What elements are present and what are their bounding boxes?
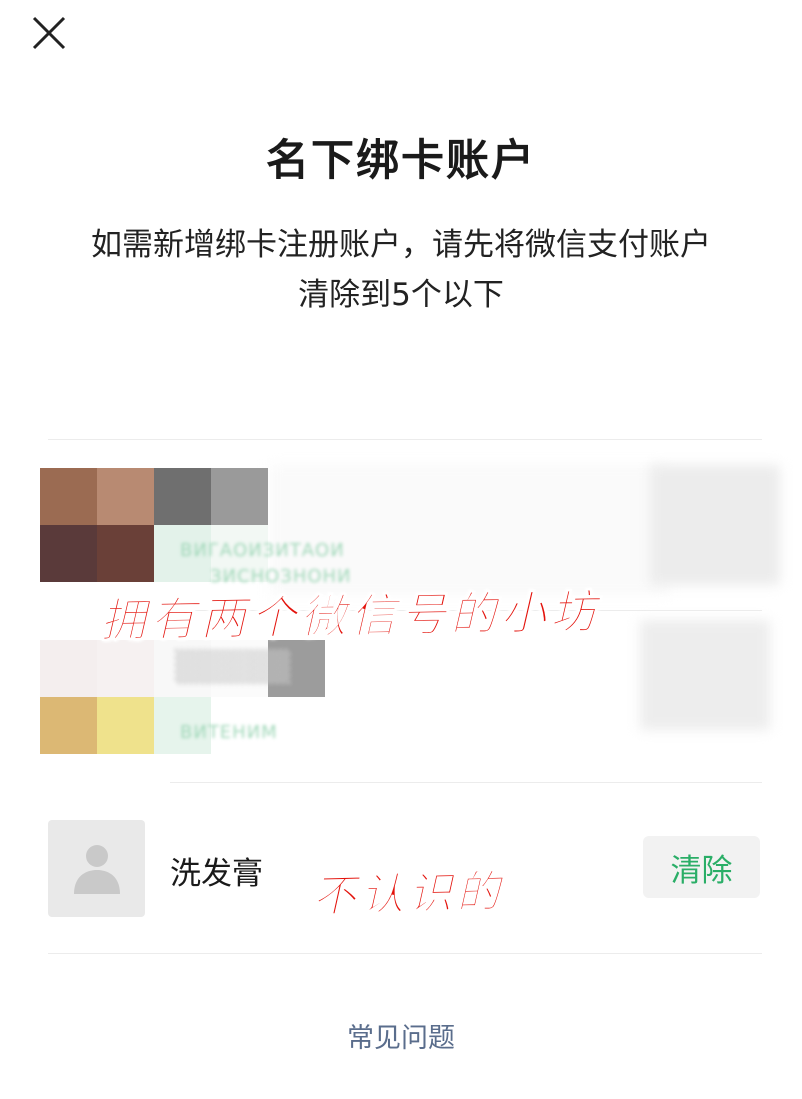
account-name: 洗发膏 xyxy=(170,856,263,892)
annotation-top: 拥有两个微信号的小坊 xyxy=(99,584,601,648)
obscured-text: ВИГАОИЗИТАОИ xyxy=(180,540,345,561)
obscured-avatar xyxy=(40,468,268,582)
faq-link[interactable]: 常见问题 xyxy=(0,1016,802,1055)
divider xyxy=(48,439,762,440)
annotation-bottom: 不认识的 xyxy=(311,866,505,923)
description-line-1: 如需新增绑卡注册账户，请先将微信支付账户 xyxy=(91,227,711,263)
page-description: 如需新增绑卡注册账户，请先将微信支付账户 清除到5个以下 xyxy=(40,220,762,320)
default-person-icon xyxy=(74,845,120,894)
clear-button[interactable]: 清除 xyxy=(643,836,760,898)
description-line-2: 清除到5个以下 xyxy=(298,277,504,313)
avatar xyxy=(48,820,145,917)
divider xyxy=(170,782,762,783)
obscured-text: ▒▒▒▒▒ xyxy=(175,650,291,685)
close-button[interactable] xyxy=(28,12,70,54)
obscured-area xyxy=(640,620,770,730)
divider xyxy=(48,953,762,954)
obscured-text: ВИТЕНИМ xyxy=(180,722,278,743)
obscured-area xyxy=(650,465,780,585)
close-icon xyxy=(32,16,66,50)
page-title: 名下绑卡账户 xyxy=(266,136,536,186)
